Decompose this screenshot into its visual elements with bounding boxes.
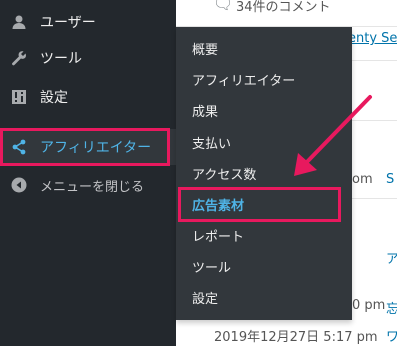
annotation-arrow-icon [294, 95, 372, 176]
